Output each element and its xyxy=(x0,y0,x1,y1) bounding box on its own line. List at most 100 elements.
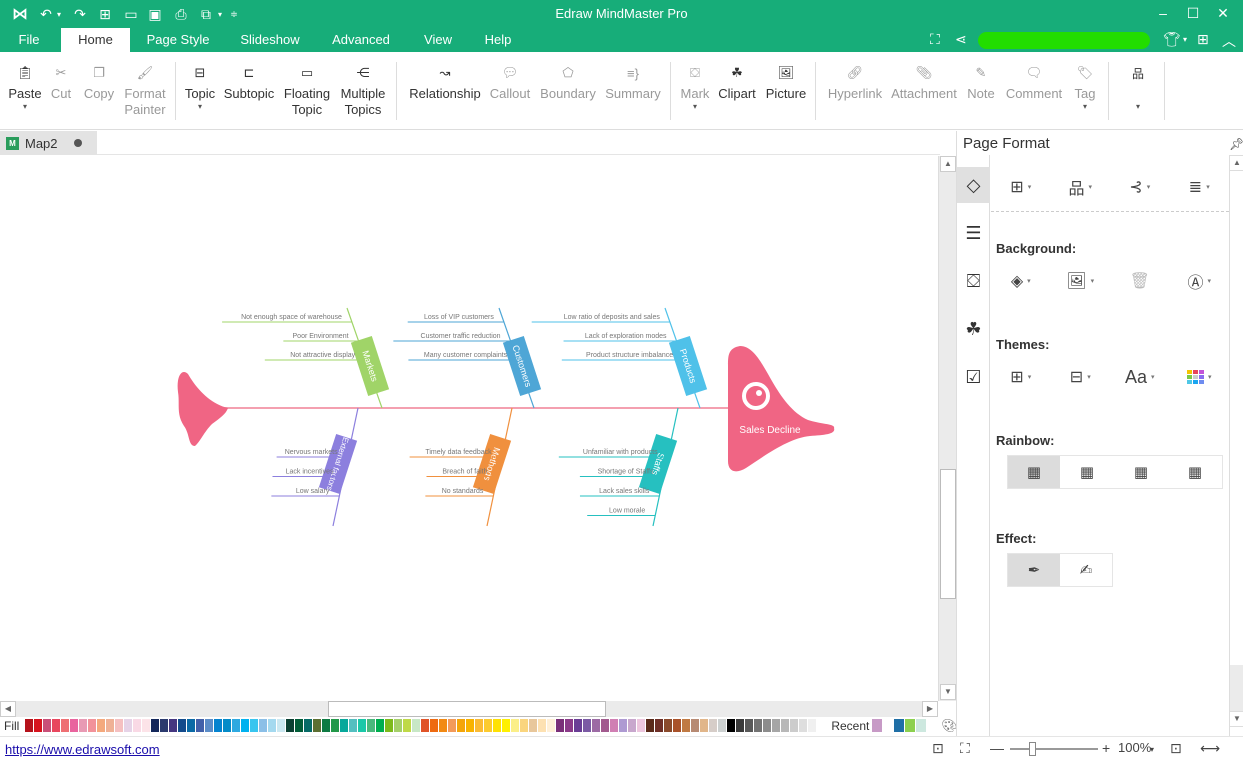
cause-label[interactable]: Product structure imbalance xyxy=(586,352,673,359)
print-icon[interactable]: ⎙ xyxy=(172,4,190,24)
color-swatch[interactable] xyxy=(439,719,448,732)
cause-label[interactable]: Lack of exploration modes xyxy=(585,333,667,340)
color-swatch[interactable] xyxy=(97,719,106,732)
zoom-out-button[interactable]: — xyxy=(990,740,1004,756)
cause-label[interactable]: Low salary xyxy=(296,488,330,495)
vertical-scrollbar[interactable]: ▲ ▼ xyxy=(938,156,956,701)
scroll-up-button[interactable]: ▲ xyxy=(940,156,956,172)
redo-icon[interactable]: ↷ xyxy=(72,4,88,24)
tab-view[interactable]: View xyxy=(418,28,458,52)
panel-scroll-down-button[interactable]: ▼ xyxy=(1229,711,1243,727)
summary-button[interactable]: ≡} Summary xyxy=(604,60,662,102)
panel-scrollbar[interactable]: ▲ ▼ xyxy=(1229,155,1243,736)
theme-color-button[interactable]: ▾ xyxy=(1170,365,1230,389)
rainbow-option-1[interactable]: ▦ xyxy=(1008,456,1060,488)
color-swatch[interactable] xyxy=(70,719,79,732)
cause-label[interactable]: Not attractive display xyxy=(290,352,355,359)
clipart-icon[interactable]: ☘ xyxy=(957,311,990,347)
fish-head-label[interactable]: Sales Decline xyxy=(739,425,801,436)
recent-color-swatch[interactable] xyxy=(872,719,883,732)
remove-background-button[interactable]: 🗑︎ xyxy=(1110,269,1170,293)
cause-label[interactable]: Not enough space of warehouse xyxy=(241,314,342,321)
comment-button[interactable]: 🗨︎ Comment xyxy=(1004,60,1064,102)
color-swatch[interactable] xyxy=(538,719,547,732)
apps-icon[interactable]: ⊞ xyxy=(1197,31,1209,48)
copy-button[interactable]: ❐ Copy xyxy=(82,60,116,102)
cause-label[interactable]: Low ratio of deposits and sales xyxy=(564,314,661,321)
cause-label[interactable]: Breach of faith xyxy=(442,469,487,476)
color-swatch[interactable] xyxy=(394,719,403,732)
theme-dropdown-icon[interactable]: ▾ xyxy=(1183,35,1187,44)
color-swatch[interactable] xyxy=(124,719,133,732)
mark-icon[interactable]: ⛋ xyxy=(957,263,990,299)
color-swatch[interactable] xyxy=(241,719,250,732)
color-swatch[interactable] xyxy=(565,719,574,732)
color-swatch[interactable] xyxy=(259,719,268,732)
cause-label[interactable]: Shortage of Staffs xyxy=(598,469,654,476)
structure-button[interactable]: 品 ▾ xyxy=(1051,175,1111,199)
document-tab-map2[interactable]: M Map2 xyxy=(0,131,97,155)
cut-button[interactable]: ✂ Cut xyxy=(48,60,74,102)
effect-normal-button[interactable]: ✒ xyxy=(1008,554,1060,586)
connector-button[interactable]: ⊰ ▾ xyxy=(1110,175,1170,199)
color-swatch[interactable] xyxy=(628,719,637,732)
color-swatch[interactable] xyxy=(268,719,277,732)
color-swatch[interactable] xyxy=(781,719,790,732)
color-swatch[interactable] xyxy=(448,719,457,732)
color-swatch[interactable] xyxy=(511,719,520,732)
color-swatch[interactable] xyxy=(772,719,781,732)
cause-label[interactable]: Unfamiliar with products xyxy=(583,449,658,456)
color-swatch[interactable] xyxy=(421,719,430,732)
cause-label[interactable]: Lack sales skills xyxy=(599,488,650,495)
background-fill-button[interactable]: ◈ ▾ xyxy=(991,269,1051,293)
category-box[interactable]: Products xyxy=(668,335,708,397)
zoom-in-button[interactable]: + xyxy=(1102,740,1110,756)
zoom-dropdown-icon[interactable]: ▾ xyxy=(1150,745,1154,754)
watermark-button[interactable]: Ⓐ ▾ xyxy=(1170,269,1230,293)
export-icon[interactable]: ⧉ xyxy=(197,4,215,24)
relationship-button[interactable]: ↝ Relationship xyxy=(407,60,483,102)
scroll-right-button[interactable]: ▶ xyxy=(922,701,938,717)
color-swatch[interactable] xyxy=(385,719,394,732)
color-swatch[interactable] xyxy=(754,719,763,732)
website-link[interactable]: https://www.edrawsoft.com xyxy=(5,742,160,757)
color-swatch[interactable] xyxy=(61,719,70,732)
color-swatch[interactable] xyxy=(214,719,223,732)
clipart-button[interactable]: ☘ Clipart xyxy=(716,60,758,102)
color-swatch[interactable] xyxy=(637,719,646,732)
panel-scroll-track[interactable] xyxy=(1230,665,1243,711)
color-swatch[interactable] xyxy=(160,719,169,732)
color-swatch[interactable] xyxy=(250,719,259,732)
fit-page-icon[interactable]: ⊡ xyxy=(932,740,944,757)
color-swatch[interactable] xyxy=(196,719,205,732)
background-image-button[interactable]: 🖼︎ ▾ xyxy=(1051,269,1111,293)
undo-dropdown-icon[interactable]: ▾ xyxy=(54,4,64,24)
color-swatch[interactable] xyxy=(52,719,61,732)
recent-color-swatch[interactable] xyxy=(883,719,894,732)
color-swatch[interactable] xyxy=(277,719,286,732)
zoom-slider[interactable] xyxy=(1010,742,1098,756)
effect-handdrawn-button[interactable]: ✍ xyxy=(1060,554,1112,586)
panel-scroll-up-button[interactable]: ▲ xyxy=(1229,155,1243,171)
color-swatch[interactable] xyxy=(475,719,484,732)
scroll-left-button[interactable]: ◀ xyxy=(0,701,16,717)
color-swatch[interactable] xyxy=(520,719,529,732)
share-icon[interactable]: ⋖ xyxy=(955,31,967,48)
category-box[interactable]: Customers xyxy=(502,335,542,397)
color-swatch[interactable] xyxy=(808,719,817,732)
multiple-topics-button[interactable]: ⋲ Multiple Topics xyxy=(338,60,388,118)
color-swatch[interactable] xyxy=(115,719,124,732)
tab-slideshow[interactable]: Slideshow xyxy=(234,28,306,52)
color-swatch[interactable] xyxy=(745,719,754,732)
fullscreen-view-icon[interactable]: ⛶ xyxy=(960,740,970,757)
open-icon[interactable]: ▭ xyxy=(122,4,140,24)
fit-width-icon[interactable]: ⟷ xyxy=(1200,740,1220,757)
color-swatch[interactable] xyxy=(295,719,304,732)
color-swatch[interactable] xyxy=(403,719,412,732)
color-swatch[interactable] xyxy=(25,719,34,732)
color-swatch[interactable] xyxy=(529,719,538,732)
category-box[interactable]: Methods xyxy=(472,433,512,495)
note-button[interactable]: ✎ Note xyxy=(964,60,998,102)
pin-icon[interactable]: 📌︎ xyxy=(1229,137,1243,151)
color-swatch[interactable] xyxy=(682,719,691,732)
